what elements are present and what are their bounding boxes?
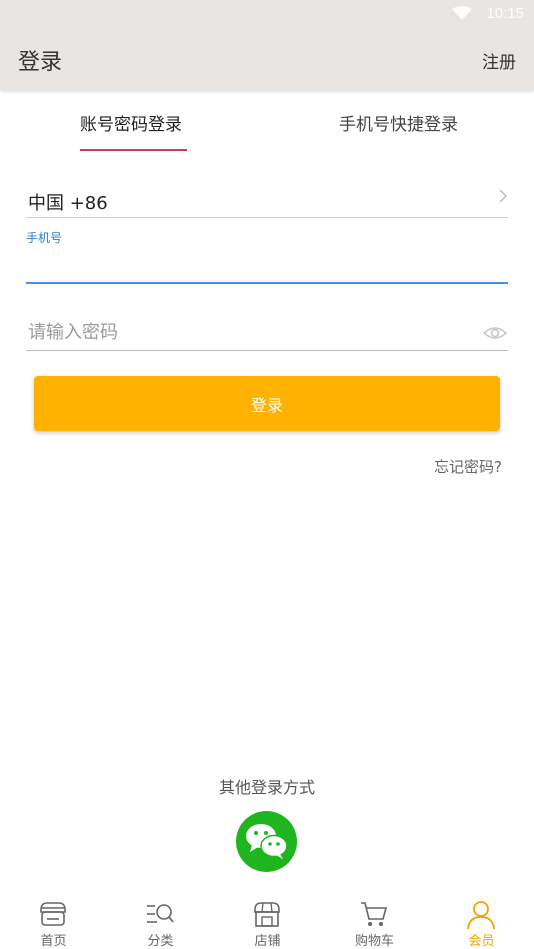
app-bar: 登录 注册 bbox=[0, 28, 534, 90]
shop-icon bbox=[254, 902, 280, 927]
login-button[interactable]: 登录 bbox=[34, 376, 500, 431]
country-code-text: 中国 +86 bbox=[28, 193, 108, 214]
nav-item-member[interactable]: 会员 bbox=[428, 888, 534, 949]
nav-label-category: 分类 bbox=[147, 934, 174, 949]
category-search-icon bbox=[147, 904, 174, 923]
tab-account-login[interactable]: 账号密码登录 bbox=[80, 110, 182, 135]
nav-label-cart: 购物车 bbox=[354, 934, 394, 949]
register-button[interactable]: 注册 bbox=[482, 48, 516, 73]
other-login-label: 其他登录方式 bbox=[218, 778, 315, 797]
password-input[interactable] bbox=[26, 314, 508, 351]
active-tab-indicator bbox=[80, 149, 187, 151]
wifi-icon bbox=[452, 6, 472, 20]
phone-input[interactable] bbox=[26, 248, 508, 284]
wechat-icon bbox=[246, 824, 288, 859]
cart-icon bbox=[361, 902, 388, 926]
wechat-login-button[interactable] bbox=[236, 811, 297, 872]
nav-item-home[interactable]: 首页 bbox=[0, 888, 107, 949]
login-tabs: 账号密码登录 手机号快捷登录 bbox=[0, 92, 534, 154]
bottom-navigation: 首页 分类 店铺 购物车 会员 bbox=[0, 888, 534, 949]
forgot-password-link[interactable]: 忘记密码? bbox=[434, 456, 502, 477]
nav-item-shop[interactable]: 店铺 bbox=[214, 888, 321, 949]
page-title: 登录 bbox=[18, 50, 63, 75]
status-bar: 10:15 bbox=[0, 0, 534, 28]
nav-item-category[interactable]: 分类 bbox=[107, 888, 214, 949]
phone-field-label: 手机号 bbox=[26, 231, 63, 245]
chevron-right-icon bbox=[499, 189, 507, 203]
tab-phone-login[interactable]: 手机号快捷登录 bbox=[339, 110, 458, 135]
nav-label-home: 首页 bbox=[40, 934, 67, 949]
status-time: 10:15 bbox=[486, 5, 524, 22]
member-person-icon bbox=[467, 901, 495, 930]
nav-label-member: 会员 bbox=[468, 934, 495, 949]
nav-label-shop: 店铺 bbox=[254, 934, 281, 949]
nav-item-cart[interactable]: 购物车 bbox=[321, 888, 428, 949]
home-store-icon bbox=[40, 902, 66, 926]
country-code-selector[interactable]: 中国 +86 bbox=[26, 184, 508, 218]
eye-icon[interactable] bbox=[483, 323, 507, 343]
